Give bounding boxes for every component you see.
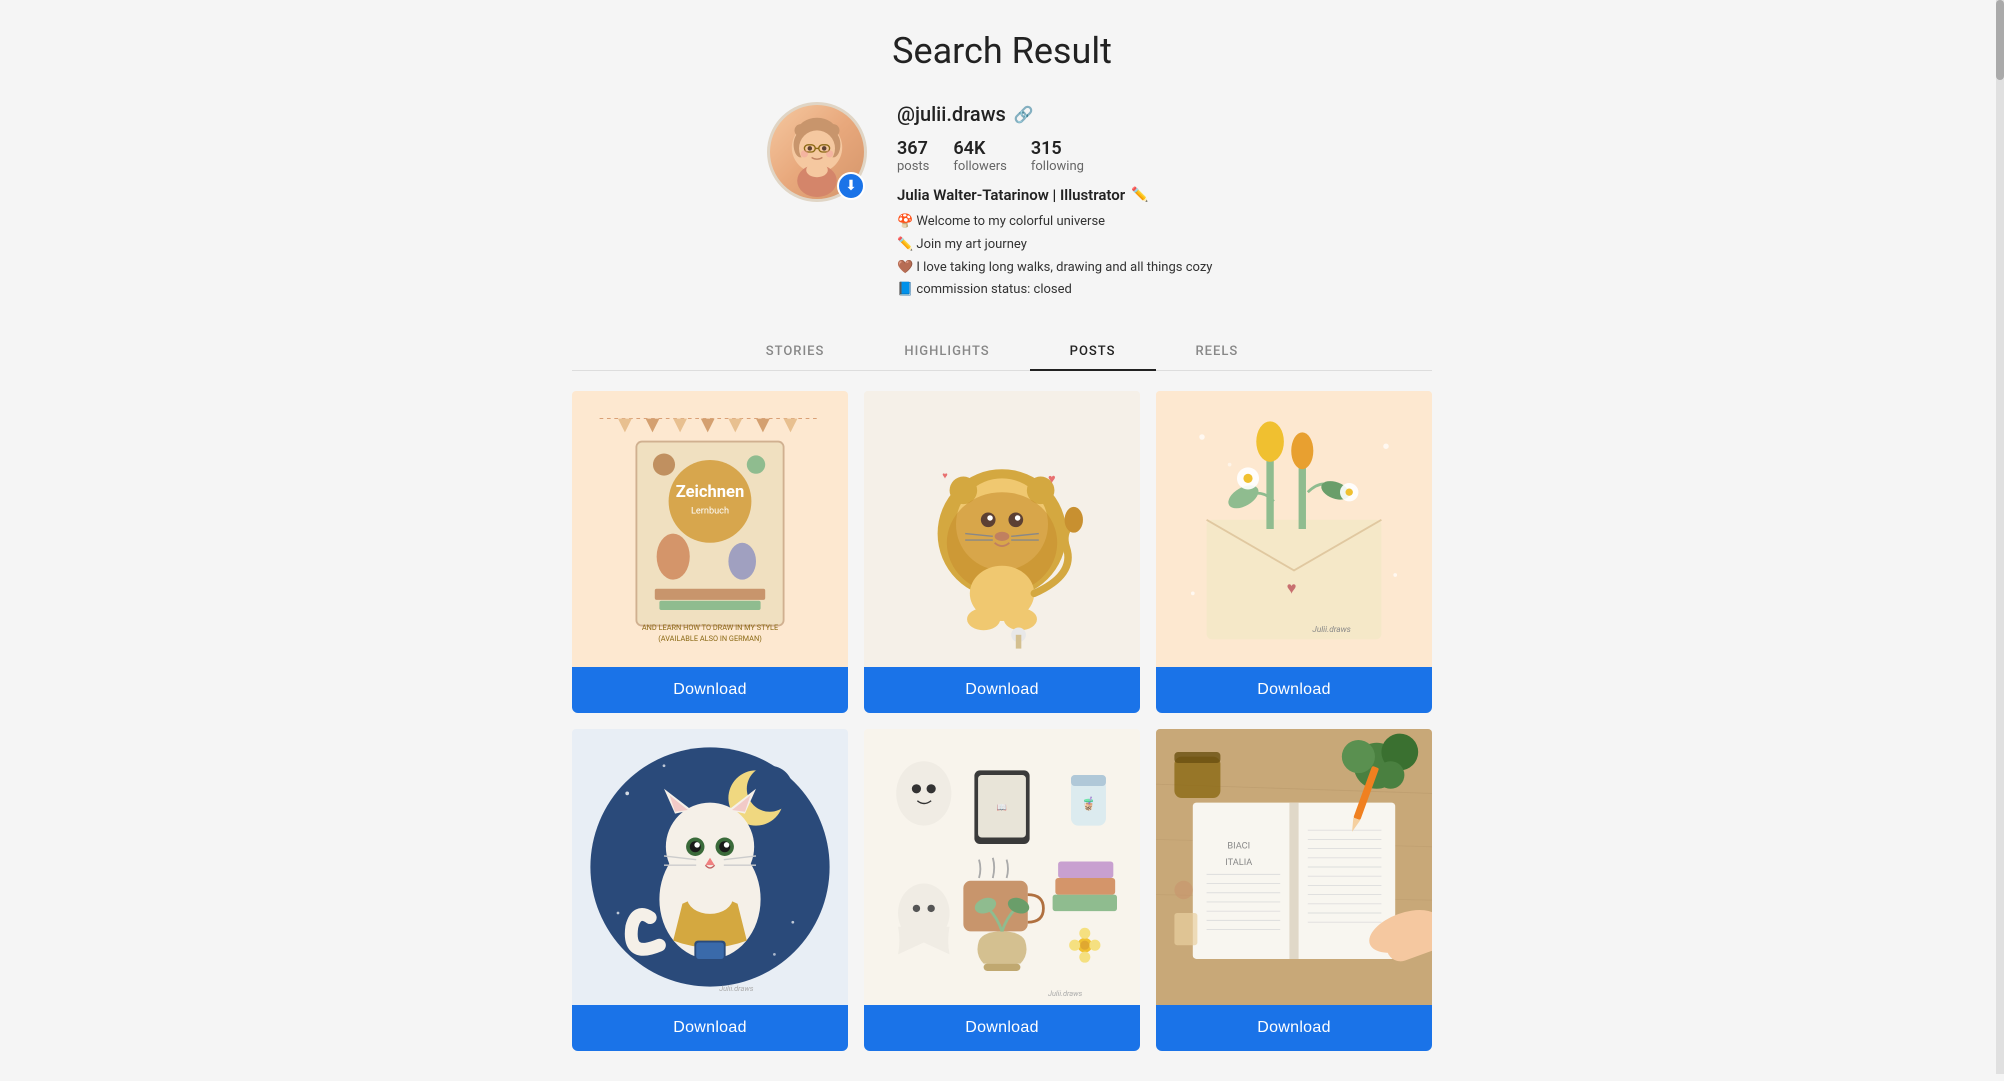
nav-tabs: STORIES HIGHLIGHTS POSTS REELS xyxy=(572,333,1432,371)
stat-following: 315 following xyxy=(1031,138,1084,174)
tab-posts[interactable]: POSTS xyxy=(1030,334,1156,371)
post-image-4: Julii.draws xyxy=(572,729,848,1005)
post-item: Zeichnen Lernbuch AND LEARN HOW TO DRAW … xyxy=(572,391,848,713)
tab-stories[interactable]: STORIES xyxy=(726,334,865,371)
external-link-icon[interactable]: 🔗 xyxy=(1014,105,1034,124)
stat-posts: 367 posts xyxy=(897,138,929,174)
post-image-3: ♥ xyxy=(1156,391,1432,667)
post-image-6: BIACI ITALIA xyxy=(1156,729,1432,1005)
bio-text-2: ✏️ Join my art journey xyxy=(897,235,1027,256)
download-icon: ⬇ xyxy=(845,179,857,193)
profile-download-badge[interactable]: ⬇ xyxy=(837,172,865,200)
profile-section: ⬇ @julii.draws 🔗 367 posts 64K followers… xyxy=(572,102,1432,303)
post-image-1: Zeichnen Lernbuch AND LEARN HOW TO DRAW … xyxy=(572,391,848,667)
profile-bio: 🍄 Welcome to my colorful universe ✏️ Joi… xyxy=(897,212,1237,301)
svg-text:Julii.draws: Julii.draws xyxy=(719,984,754,993)
tab-highlights[interactable]: HIGHLIGHTS xyxy=(864,334,1029,371)
bio-text-1: 🍄 Welcome to my colorful universe xyxy=(897,212,1105,233)
bio-line-4: 📘 commission status: closed xyxy=(897,280,1237,301)
svg-text:AND LEARN HOW TO DRAW IN MY ST: AND LEARN HOW TO DRAW IN MY STYLE xyxy=(642,623,778,632)
svg-text:ITALIA: ITALIA xyxy=(1225,857,1252,868)
page-title: Search Result xyxy=(572,30,1432,72)
bio-line-2: ✏️ Join my art journey xyxy=(897,235,1237,256)
username-row: @julii.draws 🔗 xyxy=(897,102,1237,126)
avatar-wrapper: ⬇ xyxy=(767,102,867,202)
following-count: 315 xyxy=(1031,138,1062,159)
download-button-2[interactable]: Download xyxy=(864,667,1140,713)
svg-text:Julii.draws: Julii.draws xyxy=(1312,625,1350,635)
posts-count: 367 xyxy=(897,138,928,159)
bio-text-3: 🤎 I love taking long walks, drawing and … xyxy=(897,258,1212,279)
pencil-icon: ✏️ xyxy=(1131,187,1148,203)
username: @julii.draws xyxy=(897,102,1006,126)
post-item: ♥ ♥ Download xyxy=(864,391,1140,713)
bio-line-1: 🍄 Welcome to my colorful universe xyxy=(897,212,1237,233)
profile-full-name: Julia Walter-Tatarinow | Illustrator xyxy=(897,186,1125,204)
post-image-2: ♥ ♥ xyxy=(864,391,1140,667)
post-item: 📖 🧋 xyxy=(864,729,1140,1051)
download-button-1[interactable]: Download xyxy=(572,667,848,713)
scrollbar[interactable] xyxy=(1996,0,2004,1074)
followers-label: followers xyxy=(953,159,1006,174)
post-image-5: 📖 🧋 xyxy=(864,729,1140,1005)
profile-stats: 367 posts 64K followers 315 following xyxy=(897,138,1237,174)
svg-text:♥: ♥ xyxy=(1048,472,1056,487)
post-item: Julii.draws Download xyxy=(572,729,848,1051)
svg-text:♥: ♥ xyxy=(942,471,947,482)
posts-label: posts xyxy=(897,159,929,174)
svg-text:Zeichnen: Zeichnen xyxy=(676,483,745,502)
posts-grid: Zeichnen Lernbuch AND LEARN HOW TO DRAW … xyxy=(572,391,1432,1051)
stat-followers: 64K followers xyxy=(953,138,1006,174)
bio-line-3: 🤎 I love taking long walks, drawing and … xyxy=(897,258,1237,279)
download-button-6[interactable]: Download xyxy=(1156,1005,1432,1051)
download-button-4[interactable]: Download xyxy=(572,1005,848,1051)
download-button-5[interactable]: Download xyxy=(864,1005,1140,1051)
download-button-3[interactable]: Download xyxy=(1156,667,1432,713)
profile-name-row: Julia Walter-Tatarinow | Illustrator ✏️ xyxy=(897,186,1237,204)
svg-text:🧋: 🧋 xyxy=(1080,796,1096,812)
followers-count: 64K xyxy=(953,138,985,159)
profile-info: @julii.draws 🔗 367 posts 64K followers 3… xyxy=(897,102,1237,303)
svg-text:Julii.draws: Julii.draws xyxy=(1048,989,1083,998)
svg-text:(AVAILABLE ALSO IN GERMAN): (AVAILABLE ALSO IN GERMAN) xyxy=(658,634,762,643)
following-label: following xyxy=(1031,159,1084,174)
bio-text-4: 📘 commission status: closed xyxy=(897,280,1072,301)
svg-text:Lernbuch: Lernbuch xyxy=(691,506,729,517)
tab-reels[interactable]: REELS xyxy=(1156,334,1279,371)
post-item: BIACI ITALIA xyxy=(1156,729,1432,1051)
post-item: ♥ xyxy=(1156,391,1432,713)
scrollbar-thumb[interactable] xyxy=(1996,0,2004,80)
svg-text:♥: ♥ xyxy=(1287,580,1297,599)
svg-text:📖: 📖 xyxy=(997,803,1007,813)
svg-text:BIACI: BIACI xyxy=(1227,841,1250,852)
